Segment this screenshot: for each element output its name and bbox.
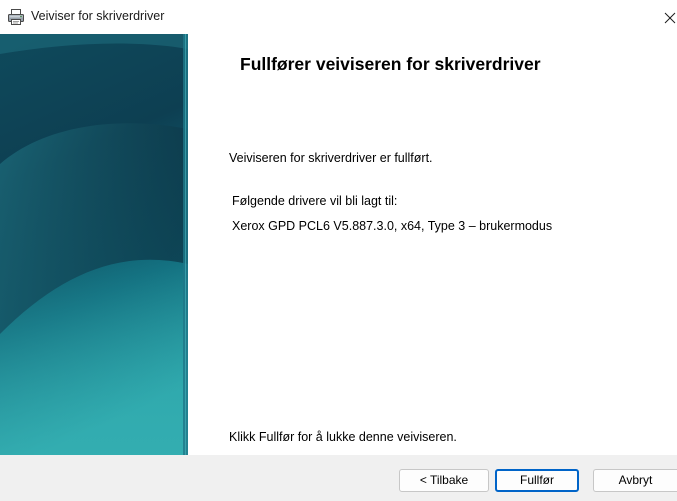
title-bar: Veiviser for skriverdriver: [0, 0, 677, 34]
window-title: Veiviser for skriverdriver: [31, 9, 165, 23]
finish-button[interactable]: Fullfør: [495, 469, 579, 492]
close-icon: [664, 12, 676, 24]
cancel-button[interactable]: Avbryt: [593, 469, 677, 492]
completion-message: Veiviseren for skriverdriver er fullført…: [229, 151, 433, 165]
back-button[interactable]: < Tilbake: [399, 469, 489, 492]
button-bar: < Tilbake Fullfør Avbryt: [0, 455, 677, 501]
page-title: Fullfører veiviseren for skriverdriver: [240, 54, 541, 74]
printer-icon: [7, 8, 25, 26]
close-button[interactable]: [661, 0, 677, 34]
wizard-window: Veiviser for skriverdriver Fullfører vei…: [0, 0, 677, 501]
drivers-label: Følgende drivere vil bli lagt til:: [232, 194, 398, 208]
driver-entry: Xerox GPD PCL6 V5.887.3.0, x64, Type 3 –…: [232, 219, 553, 233]
wizard-side-banner: [0, 34, 188, 455]
finish-instruction: Klikk Fullfør for å lukke denne veiviser…: [229, 430, 457, 444]
wizard-content: Fullfører veiviseren for skriverdriver V…: [188, 34, 677, 455]
